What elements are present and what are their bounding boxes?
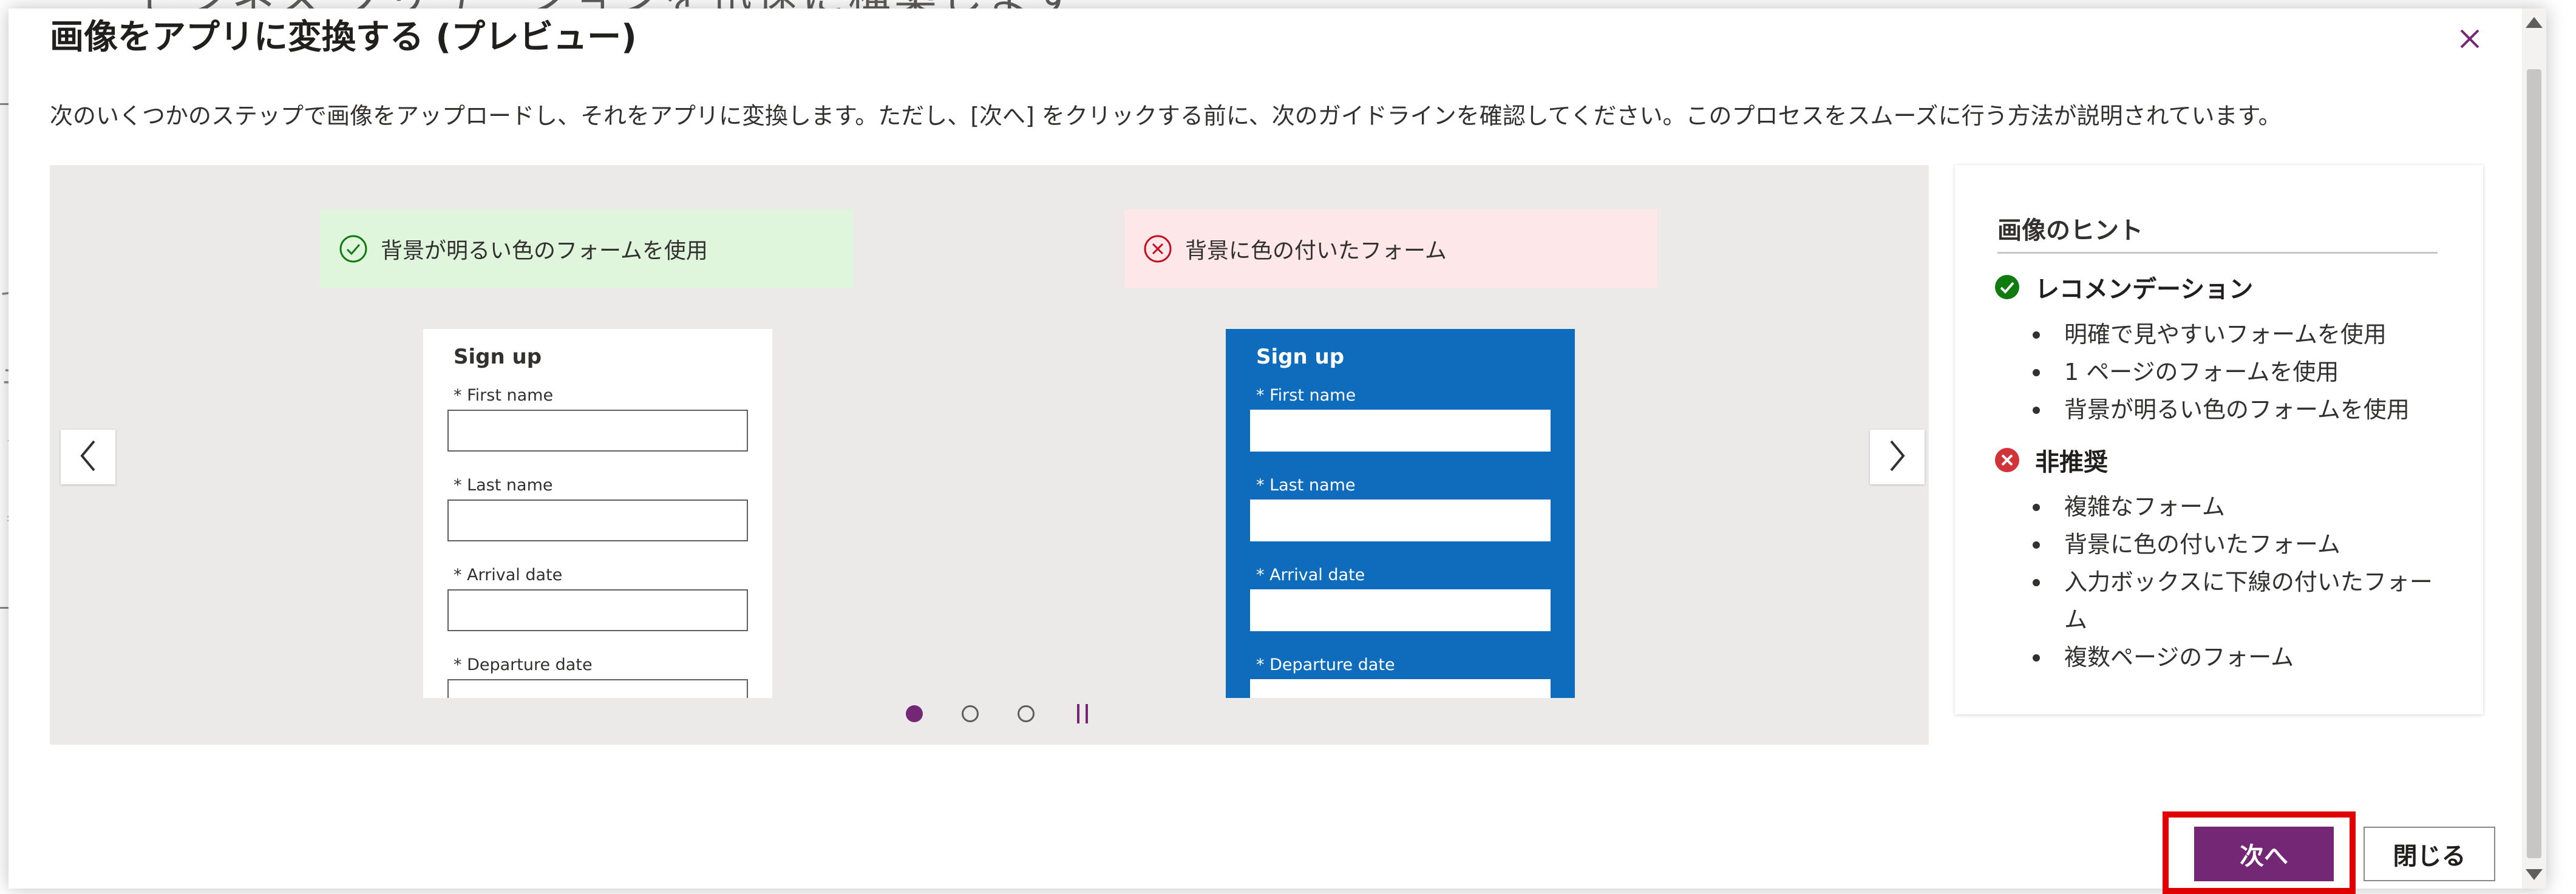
error-circle-icon — [1143, 234, 1173, 264]
carousel-indicators — [906, 704, 1094, 723]
scroll-down-icon[interactable] — [2526, 869, 2543, 880]
list-item: 背景に色の付いたフォーム — [2028, 526, 2453, 563]
bad-example-text: 背景に色の付いたフォーム — [1185, 239, 1447, 263]
field-label: * Last name — [454, 476, 553, 495]
next-button[interactable]: 次へ — [2194, 827, 2334, 881]
field-label: * First name — [1256, 386, 1356, 405]
field-box — [1250, 499, 1551, 541]
list-item: 複雑なフォーム — [2028, 488, 2453, 526]
carousel-dot-2[interactable] — [962, 705, 979, 722]
field-box — [447, 499, 748, 541]
dialog-scrollbar[interactable] — [2522, 8, 2546, 889]
bad-example-label: 背景に色の付いたフォーム — [1124, 209, 1657, 288]
image-hints-panel: 画像のヒント レコメンデーション 明確で見やすいフォームを使用 1 ページのフォ… — [1955, 165, 2483, 714]
hints-title: 画像のヒント — [1997, 217, 2143, 245]
avoid-list: 複雑なフォーム 背景に色の付いたフォーム 入力ボックスに下線の付いたフォーム 複… — [2028, 488, 2453, 676]
field-box — [447, 589, 748, 631]
field-label: * First name — [454, 386, 554, 405]
check-circle-icon — [338, 234, 369, 264]
field-label: * Arrival date — [454, 566, 563, 584]
light-form-example: Sign up * First name * Last name * Arriv… — [423, 329, 772, 698]
list-item: 1 ページのフォームを使用 — [2028, 353, 2453, 391]
pause-icon[interactable] — [1077, 704, 1094, 723]
close-icon[interactable] — [2452, 21, 2488, 57]
form-title: Sign up — [1256, 345, 1345, 369]
error-filled-icon — [1994, 447, 2020, 473]
recommend-list: 明確で見やすいフォームを使用 1 ページのフォームを使用 背景が明るい色のフォー… — [2028, 316, 2453, 428]
chevron-left-icon — [76, 438, 100, 476]
guideline-carousel: 背景が明るい色のフォームを使用 背景に色の付いたフォーム Sign up * F… — [50, 165, 1929, 745]
colored-form-example: Sign up * First name * Last name * Arriv… — [1226, 329, 1575, 698]
field-label: * Departure date — [454, 655, 593, 674]
avoid-title: 非推奨 — [2035, 449, 2108, 476]
recommend-title: レコメンデーション — [2035, 276, 2254, 303]
dialog-title: 画像をアプリに変換する (プレビュー) — [50, 18, 637, 57]
field-box — [1250, 679, 1551, 698]
close-button[interactable]: 閉じる — [2364, 827, 2495, 881]
chevron-right-icon — [1885, 438, 1909, 476]
list-item: 複数ページのフォーム — [2028, 638, 2453, 676]
field-label: * Last name — [1256, 476, 1356, 495]
carousel-prev-button[interactable] — [61, 430, 115, 484]
hints-divider — [1997, 252, 2438, 254]
list-item: 明確で見やすいフォームを使用 — [2028, 316, 2453, 353]
field-box — [1250, 589, 1551, 631]
scrollbar-thumb[interactable] — [2527, 69, 2541, 858]
form-title: Sign up — [454, 345, 542, 369]
check-filled-icon — [1994, 274, 2020, 300]
list-item: 入力ボックスに下線の付いたフォーム — [2028, 563, 2453, 638]
field-box — [447, 679, 748, 698]
field-label: * Arrival date — [1256, 566, 1365, 584]
dialog-description: 次のいくつかのステップで画像をアップロードし、それをアプリに変換します。ただし、… — [50, 103, 2282, 129]
good-example-text: 背景が明るい色のフォームを使用 — [381, 239, 708, 263]
field-label: * Departure date — [1256, 655, 1395, 674]
scroll-up-icon[interactable] — [2526, 17, 2543, 28]
list-item: 背景が明るい色のフォームを使用 — [2028, 391, 2453, 428]
convert-image-dialog: 画像をアプリに変換する (プレビュー) 次のいくつかのステップで画像をアップロー… — [8, 8, 2546, 889]
field-box — [1250, 410, 1551, 452]
avoid-section: 非推奨 — [1994, 442, 2108, 478]
field-box — [447, 410, 748, 452]
carousel-dot-1[interactable] — [906, 705, 923, 722]
carousel-dot-3[interactable] — [1018, 705, 1035, 722]
recommend-section: レコメンデーション — [1994, 269, 2253, 305]
good-example-label: 背景が明るい色のフォームを使用 — [320, 209, 853, 288]
carousel-next-button[interactable] — [1870, 430, 1925, 484]
